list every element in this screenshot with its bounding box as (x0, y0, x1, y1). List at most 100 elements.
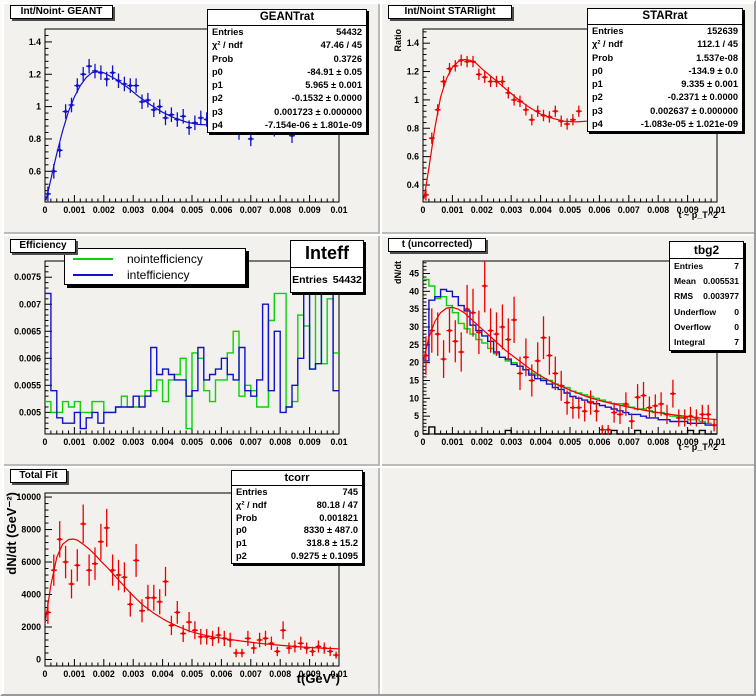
stat-row: Entries 54432 (291, 268, 363, 292)
svg-text:0.001: 0.001 (63, 669, 85, 679)
svg-text:4000: 4000 (21, 590, 41, 600)
svg-text:0.004: 0.004 (152, 669, 174, 679)
svg-text:30: 30 (409, 322, 419, 332)
stat-row: p4 -1.083e-05 ± 1.021e-09 (588, 118, 742, 131)
pad-efficiency[interactable]: 0 0.001 0.002 0.003 0.004 0.005 0.006 0.007 0.00… (2, 234, 380, 466)
stat-label: p2 (212, 93, 223, 104)
svg-text:0.002: 0.002 (93, 205, 115, 215)
stats-box-starrat[interactable]: STARrat Entries 152639 χ² / ndf 112.1 / 45 P… (587, 8, 743, 133)
svg-text:0.004: 0.004 (152, 205, 174, 215)
stat-value: -0.2371 ± 0.0000 (667, 92, 738, 103)
svg-text:10: 10 (409, 393, 419, 403)
stat-label: Overflow (674, 321, 711, 332)
stat-value: 8330 ± 487.0 (303, 525, 358, 536)
stat-row: p2 0.9275 ± 0.1095 (232, 550, 362, 563)
stat-value: 1.537e-08 (696, 52, 738, 63)
stats-box-tcorr[interactable]: tcorr Entries 745 χ² / ndf 80.18 / 47 Prob 0.… (231, 470, 363, 564)
pad-title-box[interactable]: Total Fit (10, 469, 67, 483)
svg-text:0.001: 0.001 (63, 437, 85, 447)
pad-title-box[interactable]: t (uncorrected) (388, 238, 486, 252)
pad-total-fit[interactable]: 0 0.001 0.002 0.003 0.004 0.005 0.006 0.007 0.00… (2, 466, 380, 694)
legend-line-sample (73, 274, 113, 276)
stat-row: Mean 0.005531 (670, 274, 743, 289)
stat-row: RMS 0.003977 (670, 289, 743, 304)
stat-label: p3 (592, 105, 603, 116)
stat-value: 54432 (332, 274, 362, 286)
svg-text:0.6: 0.6 (407, 152, 419, 162)
svg-text:0.006: 0.006 (19, 353, 41, 363)
stat-value: 0.002637 ± 0.000000 (650, 105, 738, 116)
stat-row: p2 -0.1532 ± 0.0000 (208, 92, 366, 105)
svg-text:0: 0 (414, 429, 419, 439)
svg-text:0.002: 0.002 (471, 437, 493, 447)
svg-text:0.005: 0.005 (19, 407, 41, 417)
stat-value: 318.8 ± 15.2 (306, 538, 358, 549)
legend-line-sample (73, 258, 113, 260)
stat-label: Integral (674, 336, 706, 347)
stats-title: GEANTrat (208, 10, 366, 26)
svg-text:0.009: 0.009 (299, 437, 321, 447)
stat-row: Prob 0.001821 (232, 512, 362, 525)
stat-value: 80.18 / 47 (316, 499, 358, 510)
stats-box-tbg2[interactable]: tbg2 Entries 7 Mean 0.005531 RMS 0.003977 Unde… (669, 241, 744, 352)
svg-text:0.01: 0.01 (330, 437, 347, 447)
stats-rows: Entries 54432 χ² / ndf 47.46 / 45 Prob 0.3726… (208, 26, 366, 132)
stat-value: 0 (734, 321, 739, 332)
svg-text:0.0075: 0.0075 (14, 272, 41, 282)
stat-label: Prob (592, 52, 614, 63)
stat-value: 112.1 / 45 (697, 39, 738, 50)
svg-text:0.007: 0.007 (240, 205, 262, 215)
pad-starlight-ratio[interactable]: 0 0.001 0.002 0.003 0.004 0.005 0.006 0.007 0.00… (380, 2, 754, 234)
svg-text:25: 25 (409, 340, 419, 350)
stat-value: 152639 (706, 26, 738, 36)
pad-geant-ratio[interactable]: 0 0.001 0.002 0.003 0.004 0.005 0.006 0.007 0.00… (2, 2, 380, 234)
stat-value: -7.154e-06 ± 1.801e-09 (264, 120, 362, 131)
pad-title-box[interactable]: Int/Noint- GEANT (10, 5, 113, 19)
stat-row: p2 -0.2371 ± 0.0000 (588, 91, 742, 104)
pad-title-text: t (uncorrected) (401, 239, 473, 250)
pad-t-uncorrected[interactable]: 0 0.001 0.002 0.003 0.004 0.005 0.006 0.007 0.00… (380, 234, 754, 466)
pad-title-box[interactable]: Int/Noint STARlight (388, 5, 512, 19)
stat-label: χ² / ndf (236, 499, 267, 510)
stat-row: p1 5.965 ± 0.001 (208, 79, 366, 92)
stat-label: Entries (592, 26, 624, 36)
svg-text:0: 0 (421, 437, 426, 447)
root-canvas[interactable]: 0 0.001 0.002 0.003 0.004 0.005 0.006 0.007 0.00… (0, 0, 756, 696)
svg-text:0: 0 (43, 437, 48, 447)
y-axis-label: dN/dt (393, 261, 403, 284)
svg-text:0.006: 0.006 (210, 437, 232, 447)
stat-row: χ² / ndf 80.18 / 47 (232, 499, 362, 512)
legend-box[interactable]: nointefficiency intefficiency (64, 248, 246, 285)
y-axis-label: dN/dt (GeV⁻²) (4, 492, 19, 575)
stat-label: p0 (592, 65, 603, 76)
stat-row: Prob 0.3726 (208, 53, 366, 66)
stat-label: p1 (592, 79, 603, 90)
stats-title: Inteff (291, 241, 363, 268)
svg-text:0.01: 0.01 (330, 205, 347, 215)
stats-box-geantrat[interactable]: GEANTrat Entries 54432 χ² / ndf 47.46 / 45 P… (207, 9, 367, 134)
svg-text:0.007: 0.007 (618, 205, 640, 215)
stat-value: 0.3726 (333, 53, 362, 64)
svg-text:0: 0 (421, 205, 426, 215)
stat-row: Entries 745 (232, 486, 362, 499)
stats-title: tbg2 (670, 242, 743, 259)
stat-row: p0 -84.91 ± 0.05 (208, 66, 366, 79)
pad-title-text: Int/Noint- GEANT (20, 6, 103, 17)
svg-text:1.4: 1.4 (29, 37, 41, 47)
svg-text:45: 45 (409, 268, 419, 278)
pad-title-box[interactable]: Efficiency (10, 239, 76, 253)
svg-text:0.008: 0.008 (647, 437, 669, 447)
svg-text:0.008: 0.008 (269, 205, 291, 215)
pad-empty[interactable] (380, 466, 754, 694)
stat-value: 9.335 ± 0.001 (681, 79, 738, 90)
stats-box-inteff[interactable]: Inteff Entries 54432 (290, 240, 364, 293)
stat-label: p3 (212, 106, 223, 117)
svg-text:0.004: 0.004 (530, 437, 552, 447)
stat-row: p0 -134.9 ± 0.0 (588, 65, 742, 78)
stats-rows: Entries 54432 (291, 268, 363, 292)
svg-text:0.006: 0.006 (210, 205, 232, 215)
svg-text:0.005: 0.005 (181, 669, 203, 679)
svg-text:0.006: 0.006 (588, 205, 610, 215)
pad-title-text: Int/Noint STARlight (404, 6, 496, 17)
stat-row: p3 0.002637 ± 0.000000 (588, 105, 742, 118)
